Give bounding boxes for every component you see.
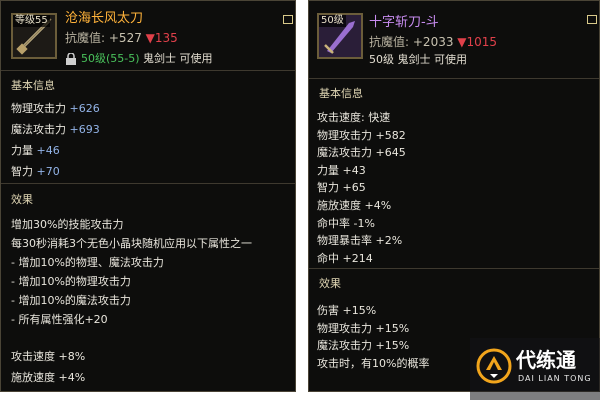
stat-value: +693 (69, 123, 100, 136)
stat-line: 命中率 -1% (317, 216, 375, 230)
effect-title: 效果 (11, 193, 33, 206)
compare-icon[interactable] (283, 15, 293, 24)
logo-title: 代练通 (516, 348, 576, 372)
score-label: 抗魔值: (369, 35, 410, 49)
stat-value: +70 (36, 165, 60, 178)
score-increase: +527 (108, 31, 142, 45)
item-name: 十字斩刀-斗 (369, 15, 439, 30)
stat-line: 智力 +70 (11, 165, 60, 179)
score-increase: +2033 (412, 35, 454, 49)
effect-title: 效果 (319, 277, 341, 290)
stat-label: 智力 (11, 165, 37, 178)
stat-line: 物理攻击力 +582 (317, 128, 406, 142)
item-tooltip-right: 50级 十字斩刀-斗 抗魔值: +2033 ▼1015 50级 鬼剑士 可使用 … (308, 0, 600, 392)
stat-line: 施放速度 +4% (317, 199, 392, 212)
stat-line: 物理攻击力 +626 (11, 102, 100, 116)
compare-icon[interactable] (587, 15, 597, 24)
stat-value: +626 (69, 102, 100, 115)
logo-icon (476, 348, 512, 384)
divider (309, 268, 599, 269)
stat-line: 智力 +65 (317, 181, 366, 195)
logo-subtitle: DAI LIAN TONG (518, 374, 592, 383)
stat-line: 力量 +46 (11, 144, 60, 158)
stat-line: 攻击速度: 快速 (317, 111, 391, 124)
stat-label: 力量 (11, 144, 37, 157)
effect-line: - 所有属性强化+20 (11, 313, 108, 326)
score-decrease: ▼1015 (457, 35, 498, 49)
weapon-icon: 等级55 (11, 13, 57, 59)
divider (1, 70, 295, 71)
anti-magic-score: 抗魔值: +2033 ▼1015 (369, 35, 497, 49)
stat-value: +46 (36, 144, 60, 157)
stat-label: 魔法攻击力 (11, 123, 70, 136)
stat-line: 命中 +214 (317, 251, 373, 265)
requirement: 50级 鬼剑士 可使用 (369, 53, 467, 66)
item-name: 沧海长风太刀 (65, 11, 144, 26)
effect-line: - 增加10%的魔法攻击力 (11, 294, 131, 307)
stat-line: 魔法攻击力 +693 (11, 123, 100, 137)
effect-line: - 增加10%的物理、魔法攻击力 (11, 256, 164, 269)
extra-stat-line: 施放速度 +4% (11, 371, 86, 384)
basic-info-title: 基本信息 (319, 87, 363, 100)
lock-icon (66, 53, 76, 65)
weapon-icon: 50级 (317, 13, 363, 59)
divider (309, 78, 599, 79)
requirement-class: 鬼剑士 可使用 (143, 52, 213, 65)
effect-line: 攻击时，有10%的概率 (317, 356, 430, 370)
stat-line: 物理暴击率 +2% (317, 234, 403, 248)
stat-line: 力量 +43 (317, 163, 366, 177)
stat-line: 魔法攻击力 +645 (317, 146, 406, 160)
stat-label: 物理攻击力 (11, 102, 70, 115)
level-badge: 等级55 (13, 15, 50, 27)
extra-stat-line: 攻击速度 +8% (11, 350, 86, 363)
item-tooltip-left: 等级55 沧海长风太刀 抗魔值: +527 ▼135 50级(55-5) 鬼剑士… (0, 0, 296, 392)
effect-line: 每30秒消耗3个无色小晶块随机应用以下属性之一 (11, 237, 252, 250)
requirement: 50级(55-5) 鬼剑士 可使用 (81, 52, 213, 66)
effect-line: - 增加10%的物理攻击力 (11, 275, 131, 288)
effect-line: 魔法攻击力 +15% (317, 339, 410, 353)
requirement-level: 50级(55-5) (81, 52, 140, 65)
basic-info-title: 基本信息 (11, 79, 55, 92)
watermark-logo: 代练通 DAI LIAN TONG (470, 338, 600, 400)
effect-line: 物理攻击力 +15% (317, 321, 410, 335)
score-decrease: ▼135 (145, 31, 178, 45)
anti-magic-score: 抗魔值: +527 ▼135 (65, 31, 178, 45)
effect-line: 增加30%的技能攻击力 (11, 218, 124, 231)
score-label: 抗魔值: (65, 31, 106, 45)
divider (1, 183, 295, 184)
level-badge: 50级 (319, 15, 346, 27)
effect-line: 伤害 +15% (317, 304, 377, 317)
